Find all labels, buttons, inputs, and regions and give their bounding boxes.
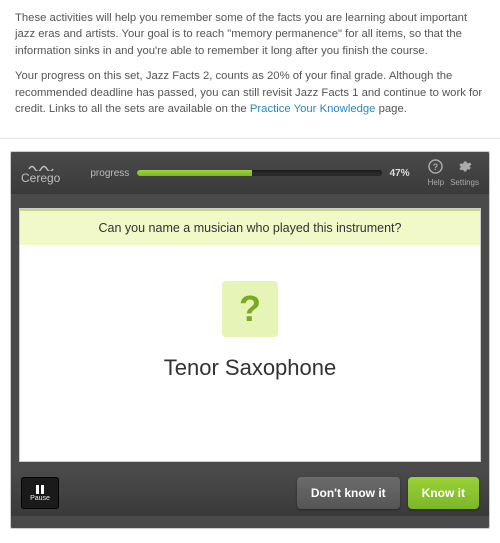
stage: Can you name a musician who played this … [11,194,489,528]
brand-waves-icon [28,163,54,171]
item-label: Tenor Saxophone [20,355,480,461]
intro-paragraph-1: These activities will help you remember … [15,10,485,59]
practice-link[interactable]: Practice Your Knowledge [250,103,376,115]
gear-icon [457,159,472,177]
progress-percent: 47% [390,168,410,179]
pause-button[interactable]: Pause [21,477,59,509]
app-bottombar: Pause Don't know it Know it [11,470,489,516]
progress-bar [137,170,381,176]
flashcard: Can you name a musician who played this … [19,208,481,462]
intro-paragraph-2: Your progress on this set, Jazz Facts 2,… [15,68,485,117]
settings-label: Settings [450,178,479,187]
brand-logo: Cerego [21,163,60,184]
help-label: Help [428,178,444,187]
know-button[interactable]: Know it [408,477,479,509]
settings-button[interactable]: Settings [450,159,479,187]
prompt-bar: Can you name a musician who played this … [20,209,480,245]
progress-fill [137,170,252,176]
svg-text:?: ? [433,162,439,172]
dont-know-button[interactable]: Don't know it [297,477,400,509]
help-button[interactable]: ? Help [428,159,444,187]
cerego-app-frame: Cerego progress 47% ? Help Settings Can … [10,151,490,529]
brand-name: Cerego [21,172,60,184]
question-mark-icon: ? [239,288,261,330]
app-topbar: Cerego progress 47% ? Help Settings [11,152,489,194]
progress-label: progress [90,168,129,179]
question-box: ? [222,281,278,337]
pause-label: Pause [30,495,50,502]
help-icon: ? [428,159,443,177]
intro-text: These activities will help you remember … [0,0,500,139]
pause-icon [36,485,44,494]
